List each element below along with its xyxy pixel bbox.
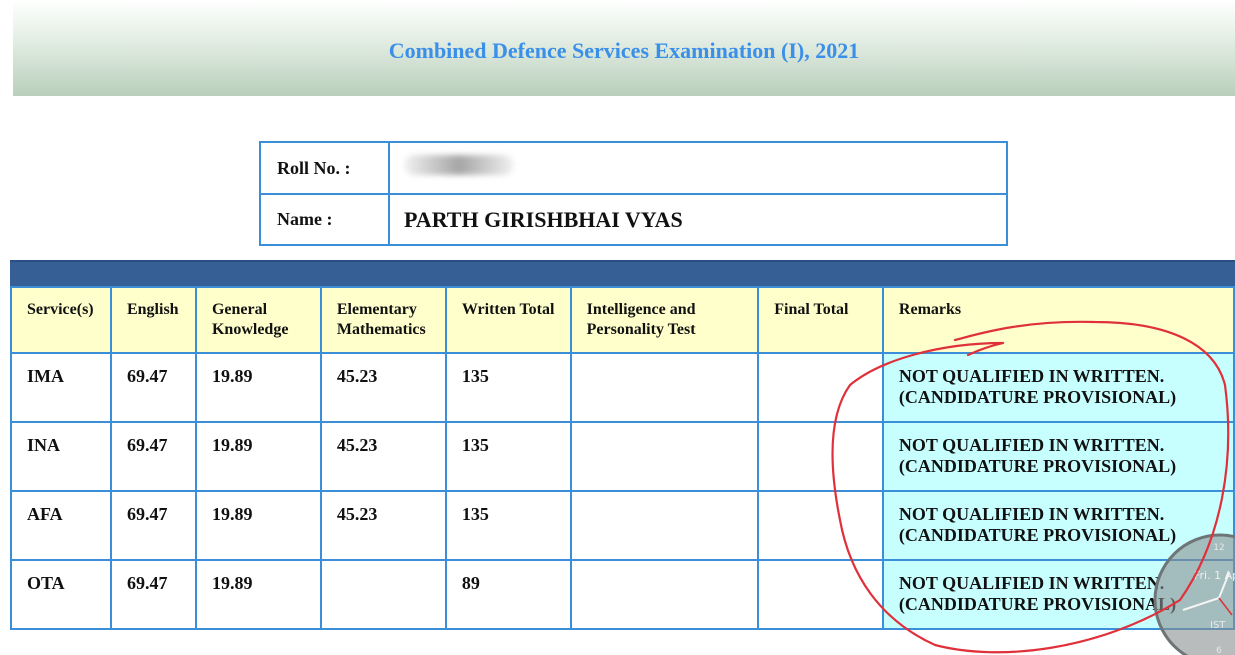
- results-header-row: Service(s) English General Knowledge Ele…: [10, 286, 1235, 354]
- gk-cell: 19.89: [194, 352, 322, 423]
- maths-cell: 45.23: [319, 421, 447, 492]
- col-header-written-total: Written Total: [444, 286, 572, 354]
- remarks-cell: NOT QUALIFIED IN WRITTEN. (CANDIDATURE PR…: [881, 559, 1235, 630]
- remarks-line-1: NOT QUALIFIED IN WRITTEN.: [898, 504, 1165, 524]
- results-table: Service(s) English General Knowledge Ele…: [10, 286, 1235, 630]
- ipt-cell: [569, 352, 760, 423]
- roll-number-value: [388, 141, 1008, 195]
- final-total-cell: [757, 559, 884, 630]
- table-row: IMA 69.47 19.89 45.23 135 NOT QUALIFIED …: [10, 352, 1235, 423]
- maths-cell: [319, 559, 447, 630]
- english-cell: 69.47: [109, 352, 197, 423]
- remarks-line-2: (CANDIDATURE PROVISIONAL): [898, 594, 1177, 614]
- remarks-line-2: (CANDIDATURE PROVISIONAL): [898, 387, 1177, 407]
- redacted-roll-number: [404, 155, 514, 175]
- ipt-cell: [569, 559, 760, 630]
- remarks-line-1: NOT QUALIFIED IN WRITTEN.: [898, 366, 1165, 386]
- gk-cell: 19.89: [194, 559, 322, 630]
- col-header-english: English: [109, 286, 197, 354]
- table-row: INA 69.47 19.89 45.23 135 NOT QUALIFIED …: [10, 421, 1235, 492]
- final-total-cell: [757, 490, 884, 561]
- table-row: OTA 69.47 19.89 89 NOT QUALIFIED IN WRIT…: [10, 559, 1235, 630]
- english-cell: 69.47: [109, 421, 197, 492]
- header-banner: Combined Defence Services Examination (I…: [13, 0, 1235, 96]
- service-cell: INA: [10, 421, 112, 492]
- ipt-cell: [569, 490, 760, 561]
- clock-bottom-mark: 6: [1216, 646, 1222, 655]
- candidate-name: PARTH GIRISHBHAI VYAS: [388, 193, 1008, 246]
- final-total-cell: [757, 352, 884, 423]
- result-page: Combined Defence Services Examination (I…: [0, 0, 1235, 655]
- table-header-band: [10, 260, 1235, 288]
- maths-cell: 45.23: [319, 352, 447, 423]
- service-cell: OTA: [10, 559, 112, 630]
- col-header-service: Service(s): [10, 286, 112, 354]
- english-cell: 69.47: [109, 490, 197, 561]
- written-total-cell: 135: [444, 352, 572, 423]
- col-header-gk: General Knowledge: [194, 286, 322, 354]
- written-total-cell: 135: [444, 490, 572, 561]
- remarks-line-2: (CANDIDATURE PROVISIONAL): [898, 525, 1177, 545]
- written-total-cell: 89: [444, 559, 572, 630]
- candidate-info-table: Roll No. : Name : PARTH GIRISHBHAI VYAS: [259, 141, 1008, 246]
- name-label: Name :: [259, 193, 390, 246]
- col-header-maths: Elementary Mathematics: [319, 286, 447, 354]
- roll-number-row: Roll No. :: [259, 141, 1008, 195]
- remarks-cell: NOT QUALIFIED IN WRITTEN. (CANDIDATURE PR…: [881, 421, 1235, 492]
- written-total-cell: 135: [444, 421, 572, 492]
- service-cell: AFA: [10, 490, 112, 561]
- final-total-cell: [757, 421, 884, 492]
- table-row: AFA 69.47 19.89 45.23 135 NOT QUALIFIED …: [10, 490, 1235, 561]
- english-cell: 69.47: [109, 559, 197, 630]
- remarks-line-1: NOT QUALIFIED IN WRITTEN.: [898, 435, 1165, 455]
- col-header-final-total: Final Total: [757, 286, 884, 354]
- page-title: Combined Defence Services Examination (I…: [388, 38, 860, 63]
- roll-number-label: Roll No. :: [259, 141, 390, 195]
- remarks-cell: NOT QUALIFIED IN WRITTEN. (CANDIDATURE PR…: [881, 352, 1235, 423]
- name-row: Name : PARTH GIRISHBHAI VYAS: [259, 193, 1008, 246]
- ipt-cell: [569, 421, 760, 492]
- service-cell: IMA: [10, 352, 112, 423]
- gk-cell: 19.89: [194, 490, 322, 561]
- remarks-cell: NOT QUALIFIED IN WRITTEN. (CANDIDATURE PR…: [881, 490, 1235, 561]
- col-header-remarks: Remarks: [881, 286, 1235, 354]
- remarks-line-2: (CANDIDATURE PROVISIONAL): [898, 456, 1177, 476]
- remarks-line-1: NOT QUALIFIED IN WRITTEN.: [898, 573, 1165, 593]
- col-header-ipt: Intelligence and Personality Test: [569, 286, 760, 354]
- gk-cell: 19.89: [194, 421, 322, 492]
- maths-cell: 45.23: [319, 490, 447, 561]
